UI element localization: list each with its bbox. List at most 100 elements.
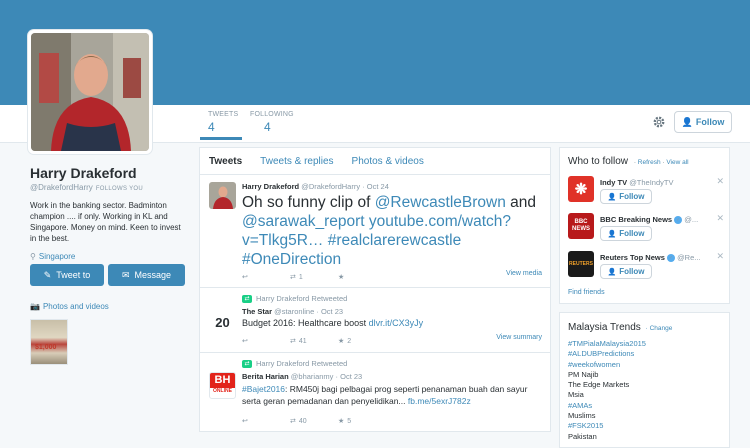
tweet-author[interactable]: Berita Harian: [242, 372, 289, 381]
trend-item[interactable]: #weekofwomen: [568, 360, 646, 370]
suggestion-item: REUTERS Reuters Top News ✓ @Re... 👤 Follo…: [568, 251, 728, 287]
tab-tweets[interactable]: Tweets: [209, 156, 242, 167]
tweet-avatar[interactable]: 20: [209, 309, 236, 336]
tweet-to-button[interactable]: ✎ Tweet to: [30, 264, 104, 286]
trend-item[interactable]: PM Najib: [568, 370, 646, 380]
photos-videos-link[interactable]: 📷 Photos and videos: [30, 302, 109, 311]
retweeted-by: ⇄ Harry Drakeford Retweeted: [242, 294, 347, 303]
profile-bio: Work in the banking sector. Badminton ch…: [30, 201, 181, 243]
url-link[interactable]: fb.me/5exrJ782z: [408, 396, 471, 406]
profile-avatar[interactable]: [28, 30, 152, 154]
who-to-follow-title: Who to follow: [568, 156, 629, 167]
tweet-item[interactable]: Harry Drakeford @DrakefordHarry · Oct 24…: [200, 176, 550, 288]
profile-follow-button[interactable]: 👤 Follow: [674, 111, 732, 133]
tweet-handle[interactable]: @DrakefordHarry: [301, 182, 360, 191]
bh-avatar-text: BH: [210, 373, 235, 388]
tweet-author[interactable]: The Star: [242, 307, 272, 316]
verified-icon: ✓: [674, 216, 683, 225]
suggestion-handle[interactable]: @TheIndyTV: [629, 178, 673, 187]
trend-item[interactable]: The Edge Markets: [568, 380, 646, 390]
indy-logo[interactable]: ❋: [568, 176, 594, 202]
retweeted-by-text[interactable]: Harry Drakeford Retweeted: [256, 359, 347, 368]
retweet-button[interactable]: ⇄ 1: [290, 273, 338, 282]
reply-icon[interactable]: ↩: [242, 273, 290, 281]
trend-item[interactable]: #AMAs: [568, 401, 646, 411]
profile-location: ⚲ Singapore: [30, 252, 190, 261]
message-button[interactable]: ✉ Message: [108, 264, 185, 286]
suggestion-name[interactable]: Indy TV: [600, 178, 627, 187]
tweet-date[interactable]: Oct 24: [367, 182, 389, 191]
tweet-item[interactable]: ⇄ Harry Drakeford Retweeted BH ONLINE Be…: [200, 354, 550, 431]
trend-item[interactable]: Muslims: [568, 411, 646, 421]
tweet-handle[interactable]: @bharianmy: [291, 372, 334, 381]
reply-icon[interactable]: ↩: [242, 417, 290, 425]
dismiss-icon[interactable]: ✕: [716, 213, 724, 224]
suggestion-follow-button[interactable]: 👤 Follow: [600, 189, 652, 204]
dismiss-icon[interactable]: ✕: [716, 251, 724, 262]
bbc-logo[interactable]: BBC NEWS: [568, 213, 594, 239]
retweet-button[interactable]: ⇄ 40: [290, 417, 338, 426]
reply-icon[interactable]: ↩: [242, 337, 290, 345]
retweet-icon: ⇄: [290, 274, 296, 281]
trends-header: Malaysia Trends · Change: [568, 322, 672, 333]
nav-following[interactable]: FOLLOWING 4: [250, 111, 294, 134]
hashtag-link[interactable]: #realclarerewcastle: [323, 232, 462, 249]
retweeted-by-text[interactable]: Harry Drakeford Retweeted: [256, 294, 347, 303]
suggestion-follow-label: Follow: [619, 229, 645, 238]
profile-location-text[interactable]: Singapore: [39, 252, 75, 261]
suggestion-name[interactable]: BBC Breaking News: [600, 215, 672, 224]
retweet-button[interactable]: ⇄ 41: [290, 337, 338, 346]
nav-tweets[interactable]: TWEETS 4: [199, 111, 243, 140]
change-trends-link[interactable]: Change: [650, 325, 673, 332]
tweet-item[interactable]: ⇄ Harry Drakeford Retweeted 20 The Star …: [200, 289, 550, 353]
tweet-avatar[interactable]: [209, 182, 236, 209]
suggestion-follow-button[interactable]: 👤 Follow: [600, 264, 652, 279]
timeline: Tweets Tweets & replies Photos & videos …: [199, 147, 551, 432]
trend-item[interactable]: #FSK2015: [568, 421, 646, 431]
tweet-date[interactable]: Oct 23: [321, 307, 343, 316]
view-all-link[interactable]: View all: [666, 159, 688, 166]
find-friends-link[interactable]: Find friends: [568, 289, 605, 296]
tab-photos-videos[interactable]: Photos & videos: [352, 156, 424, 167]
tweet-date[interactable]: Oct 23: [340, 372, 362, 381]
verified-icon: ✓: [666, 254, 675, 263]
media-thumbnail[interactable]: $1,000: [30, 319, 68, 365]
trend-item[interactable]: #TMPialaMalaysia2015: [568, 339, 646, 349]
hashtag-link[interactable]: #Bajet2016: [242, 384, 285, 394]
star-icon: ★: [338, 338, 345, 345]
dismiss-icon[interactable]: ✕: [716, 176, 724, 187]
view-media-link[interactable]: View media: [506, 270, 542, 277]
trend-item[interactable]: Msia: [568, 390, 646, 400]
suggestion-handle[interactable]: @Re...: [677, 253, 700, 262]
trend-item[interactable]: Pakistan: [568, 432, 646, 442]
trend-item[interactable]: #ALDUBPredictions: [568, 349, 646, 359]
tweet-actions: ↩ ⇄ 40 ★ 5: [242, 417, 352, 426]
photos-videos-label: Photos and videos: [42, 302, 109, 311]
favorite-count: 2: [347, 337, 352, 345]
reuters-logo[interactable]: REUTERS: [568, 251, 594, 277]
view-summary-link[interactable]: View summary: [496, 334, 542, 341]
gear-icon[interactable]: [652, 115, 666, 129]
favorite-button[interactable]: ★ 2: [338, 337, 352, 346]
favorite-button[interactable]: ★ 5: [338, 417, 352, 426]
tweet-handle[interactable]: @staronline: [274, 307, 314, 316]
profile-name[interactable]: Harry Drakeford: [30, 165, 190, 181]
favorite-count: 5: [347, 417, 352, 425]
suggestion-name[interactable]: Reuters Top News: [600, 253, 665, 262]
profile-handle[interactable]: @DrakefordHarry: [30, 183, 93, 192]
profile-card: Harry Drakeford @DrakefordHarry FOLLOWS Y…: [30, 165, 190, 261]
star-icon: ★: [338, 274, 345, 281]
hashtag-link[interactable]: #OneDirection: [242, 251, 341, 268]
refresh-link[interactable]: Refresh: [638, 159, 661, 166]
tweet-author[interactable]: Harry Drakeford: [242, 182, 299, 191]
mention-link[interactable]: @RewcastleBrown: [375, 194, 506, 211]
favorite-button[interactable]: ★: [338, 273, 347, 281]
mention-link[interactable]: @sarawak_report: [242, 213, 365, 230]
url-link[interactable]: dlvr.it/CX3yJy: [369, 318, 424, 328]
suggestion-follow-button[interactable]: 👤 Follow: [600, 226, 652, 241]
tweet-avatar[interactable]: BH ONLINE: [209, 372, 236, 399]
suggestion-handle[interactable]: @...: [684, 215, 698, 224]
tweet-actions: ↩ ⇄ 1 ★: [242, 273, 347, 282]
tab-tweets-replies[interactable]: Tweets & replies: [260, 156, 333, 167]
compose-icon: ✎: [43, 269, 52, 280]
